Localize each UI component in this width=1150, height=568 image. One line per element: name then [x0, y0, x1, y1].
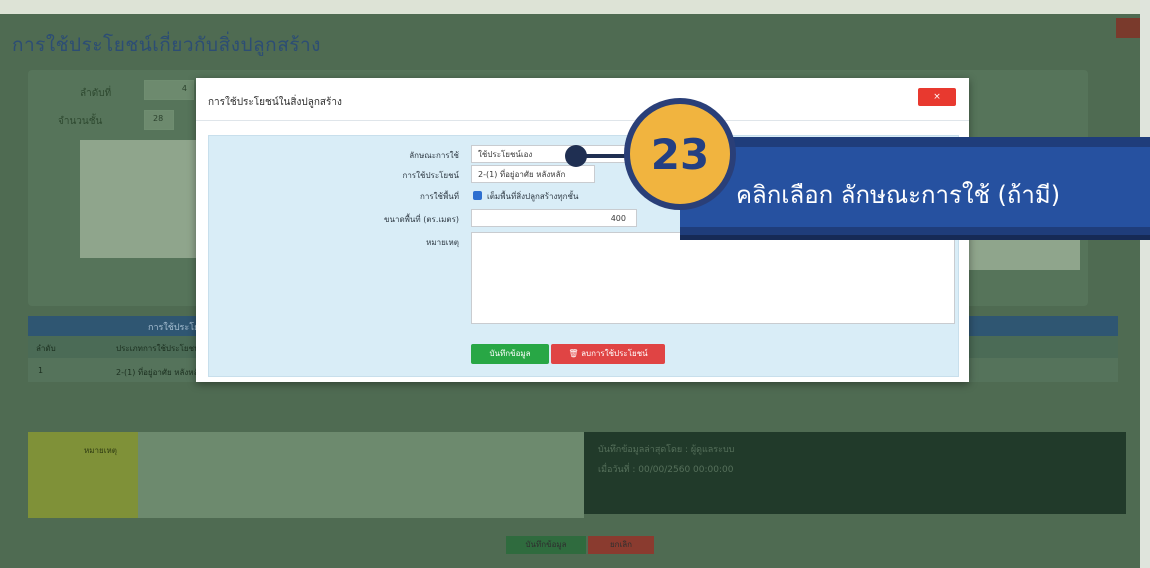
- area-size-input[interactable]: 400: [471, 209, 637, 227]
- bg-value-floors: 28: [153, 114, 164, 123]
- column-order: ลำดับ: [36, 344, 56, 353]
- info-box: บันทึกข้อมูลล่าสุดโดย : ผู้ดูแลระบบ เมื่…: [584, 432, 1126, 514]
- corner-button[interactable]: [1116, 18, 1142, 38]
- note-label: หมายเหตุ: [84, 446, 117, 455]
- modal-close-button[interactable]: ×: [918, 88, 956, 106]
- callout-step-badge: 23: [624, 98, 736, 210]
- modal-divider: [196, 120, 969, 121]
- bg-label-order: ลำดับที่: [80, 88, 112, 99]
- page-title: การใช้ประโยชน์เกี่ยวกับสิ่งปลูกสร้าง: [12, 34, 321, 56]
- modal-title: การใช้ประโยชน์ในสิ่งปลูกสร้าง: [208, 97, 342, 108]
- trash-icon: 🗑: [568, 349, 579, 358]
- modal-save-button[interactable]: บันทึกข้อมูล: [471, 344, 549, 364]
- column-usage: ประเภทการใช้ประโยชน์: [116, 344, 200, 353]
- callout-banner-inner: คลิกเลือก ลักษณะการใช้ (ถ้ามี): [680, 147, 1150, 227]
- bg-value-order: 4: [181, 84, 187, 93]
- note-label-cell: หมายเหตุ: [28, 432, 138, 518]
- note-textarea[interactable]: [138, 432, 584, 518]
- callout-pointer-line: [578, 154, 630, 158]
- info-line-updated-by: บันทึกข้อมูลล่าสุดโดย : ผู้ดูแลระบบ: [598, 445, 735, 455]
- callout-banner: คลิกเลือก ลักษณะการใช้ (ถ้ามี): [680, 137, 1150, 240]
- bg-field-order[interactable]: 4: [144, 80, 194, 100]
- modal-delete-label: ลบการใช้ประโยชน์: [581, 349, 648, 358]
- bottom-area: หมายเหตุ บันทึกข้อมูลล่าสุดโดย : ผู้ดูแล…: [28, 432, 1126, 518]
- label-remark: หมายเหตุ: [426, 238, 459, 247]
- label-usage: การใช้ประโยชน์: [402, 171, 459, 180]
- bg-label-floors: จำนวนชั้น: [58, 116, 103, 127]
- row-order: 1: [38, 366, 44, 375]
- label-usage-type: ลักษณะการใช้: [409, 151, 459, 160]
- callout-text: คลิกเลือก ลักษณะการใช้ (ถ้ามี): [736, 181, 1061, 209]
- full-area-checkbox[interactable]: [473, 191, 482, 200]
- row-usage: 2-(1) ที่อยู่อาศัย หลังหลัก: [116, 368, 204, 377]
- page-cancel-button[interactable]: ยกเลิก: [588, 536, 654, 554]
- bg-panel-left: [80, 140, 200, 258]
- label-area-size: ขนาดพื้นที่ (ตร.เมตร): [384, 215, 459, 224]
- remark-textarea[interactable]: [471, 232, 955, 324]
- page-save-button[interactable]: บันทึกข้อมูล: [506, 536, 586, 554]
- bg-field-floors[interactable]: 28: [144, 110, 174, 130]
- full-area-checkbox-label: เต็มพื้นที่สิ่งปลูกสร้างทุกชั้น: [487, 192, 579, 201]
- label-area-use: การใช้พื้นที่: [420, 192, 459, 201]
- usage-select[interactable]: 2-(1) ที่อยู่อาศัย หลังหลัก: [471, 165, 595, 183]
- modal-delete-button[interactable]: 🗑 ลบการใช้ประโยชน์: [551, 344, 665, 364]
- right-edge: [1140, 0, 1150, 568]
- info-line-updated-at: เมื่อวันที่ : 00/00/2560 00:00:00: [598, 465, 734, 475]
- top-strip: [0, 0, 1150, 14]
